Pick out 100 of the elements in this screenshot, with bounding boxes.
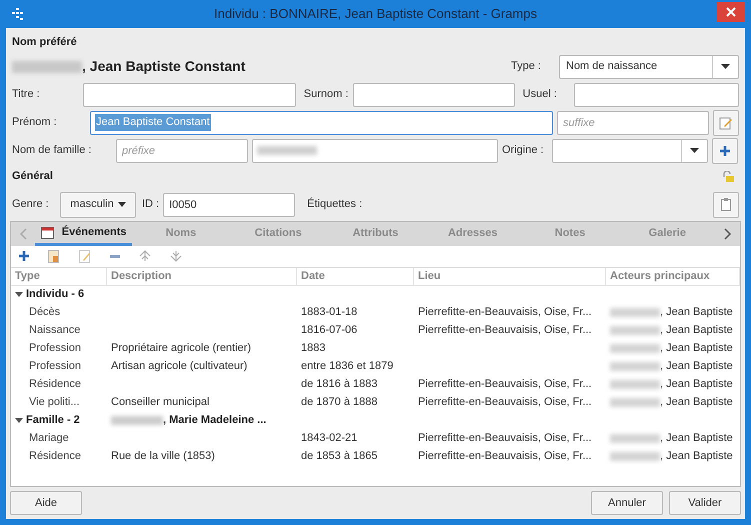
table-cell: Pierrefitte-en-Beauvaisis, Oise, Fr...	[418, 324, 592, 336]
chevron-right-icon[interactable]	[724, 228, 732, 240]
window-title: Individu : BONNAIRE, Jean Baptiste Constant - Gramps	[214, 5, 537, 24]
table-cell-text: , Jean Baptiste	[660, 305, 733, 320]
column-header[interactable]: Type	[11, 268, 107, 284]
table-cell: Rue de la ville (1853)	[111, 450, 215, 462]
table-cell: Pierrefitte-en-Beauvaisis, Oise, Fr...	[418, 432, 592, 444]
blurred-surname	[610, 308, 660, 317]
field-label: Nom de famille :	[12, 143, 92, 158]
table-cell: 1883-01-18	[301, 306, 358, 318]
field-label: Étiquettes :	[307, 196, 364, 212]
table-cell: 1883	[301, 342, 326, 354]
blurred-surname	[111, 416, 163, 425]
table-cell-text: , Jean Baptiste	[660, 377, 733, 392]
app-icon	[10, 7, 24, 21]
table-cell: Conseiller municipal	[111, 396, 210, 408]
table-cell: Décès	[29, 306, 60, 318]
blurred-surname	[12, 60, 82, 72]
add-button[interactable]	[712, 138, 738, 164]
cancel-button[interactable]: Annuler	[591, 491, 663, 515]
blurred-surname	[610, 398, 660, 407]
tag-button[interactable]	[713, 192, 739, 218]
given-name-field[interactable]: Jean Baptiste Constant	[90, 110, 553, 134]
plus-icon	[720, 146, 730, 156]
minus-icon[interactable]	[110, 254, 120, 258]
display-name: , Jean Baptiste Constant	[82, 57, 246, 76]
field-label: Titre :	[12, 87, 41, 102]
blurred-surname	[610, 380, 660, 389]
column-header[interactable]: Description	[107, 268, 297, 284]
column-header[interactable]: Acteurs principaux	[606, 268, 740, 284]
table-cell: de 1853 à 1865	[301, 450, 378, 462]
table-cell: Profession	[29, 342, 81, 354]
expanded-icon	[15, 292, 23, 297]
ok-button[interactable]: Valider	[669, 491, 741, 515]
table-cell-text: , Jean Baptiste	[660, 323, 733, 338]
table-cell: Naissance	[29, 324, 80, 336]
blurred-surname	[257, 146, 317, 155]
blurred-surname	[610, 434, 660, 443]
table-cell: de 1816 à 1883	[301, 378, 378, 390]
table-cell: 1816-07-06	[301, 324, 358, 336]
help-button[interactable]: Aide	[10, 491, 82, 515]
padlock-icon[interactable]	[721, 170, 735, 182]
caret-icon	[721, 64, 730, 69]
table-cell: Artisan agricole (cultivateur)	[111, 360, 248, 372]
chevron-left-icon[interactable]	[19, 228, 27, 240]
field-label: Genre :	[12, 197, 50, 212]
blurred-surname	[610, 362, 660, 371]
table-cell: Vie politi...	[29, 396, 80, 408]
input-field[interactable]	[353, 82, 515, 106]
table-cell: Propriétaire agricole (rentier)	[111, 342, 251, 354]
group-label: Famille - 2	[26, 413, 80, 428]
table-cell-text: , Jean Baptiste	[660, 395, 733, 410]
table-cell-text: , Jean Baptiste	[660, 431, 733, 446]
field-label: Origine :	[502, 143, 545, 158]
blurred-surname	[610, 326, 660, 335]
table-cell: Mariage	[29, 432, 69, 444]
blurred-surname	[610, 452, 660, 461]
table-cell: Pierrefitte-en-Beauvaisis, Oise, Fr...	[418, 450, 592, 462]
field-label: ID :	[142, 197, 160, 212]
partner-name: , Marie Madeleine ...	[163, 413, 266, 428]
field-label: Type :	[511, 59, 542, 74]
clipboard-icon	[721, 198, 731, 211]
caret-icon	[690, 148, 699, 153]
table-cell: Pierrefitte-en-Beauvaisis, Oise, Fr...	[418, 396, 592, 408]
field-label: Surnom :	[304, 87, 350, 102]
expanded-icon	[15, 418, 23, 423]
caret-icon	[118, 202, 126, 207]
table-cell: de 1870 à 1888	[301, 396, 378, 408]
gender-dropdown[interactable]: masculin	[60, 192, 136, 218]
table-cell: Résidence	[29, 378, 81, 390]
table-cell: Pierrefitte-en-Beauvaisis, Oise, Fr...	[418, 378, 592, 390]
calendar-icon	[40, 226, 54, 238]
tree-toggle[interactable]: Individu - 6	[15, 286, 111, 303]
table-cell: entre 1836 et 1879	[301, 360, 394, 372]
input-field[interactable]	[83, 82, 296, 106]
field-label: Prénom :	[12, 115, 58, 130]
table-cell: 1843-02-21	[301, 432, 358, 444]
edit-icon[interactable]	[79, 250, 91, 262]
blurred-surname	[610, 344, 660, 353]
suffix-field[interactable]: suffixe	[557, 110, 709, 134]
input-field[interactable]	[574, 82, 739, 106]
tree-toggle[interactable]: Famille - 2	[15, 412, 111, 429]
table-cell-text: , Jean Baptiste	[660, 449, 733, 464]
edit-button[interactable]	[713, 110, 739, 136]
surname-field[interactable]	[252, 138, 498, 162]
table-cell: Résidence	[29, 450, 81, 462]
type-dropdown[interactable]: Nom de naissance	[559, 54, 739, 78]
section-heading: Général	[12, 169, 53, 184]
close-button[interactable]	[717, 2, 745, 22]
group-label: Individu - 6	[26, 287, 84, 302]
add-icon[interactable]	[19, 251, 29, 261]
prefix-field[interactable]: préfixe	[116, 138, 248, 162]
field-label: Usuel :	[522, 87, 558, 102]
move-up-icon[interactable]	[139, 250, 151, 262]
close-icon	[726, 7, 736, 17]
edit-icon	[719, 116, 733, 130]
id-field[interactable]: I0050	[163, 192, 296, 216]
column-header[interactable]: Date	[297, 268, 414, 284]
column-header[interactable]: Lieu	[414, 268, 606, 284]
move-down-icon[interactable]	[170, 250, 182, 262]
